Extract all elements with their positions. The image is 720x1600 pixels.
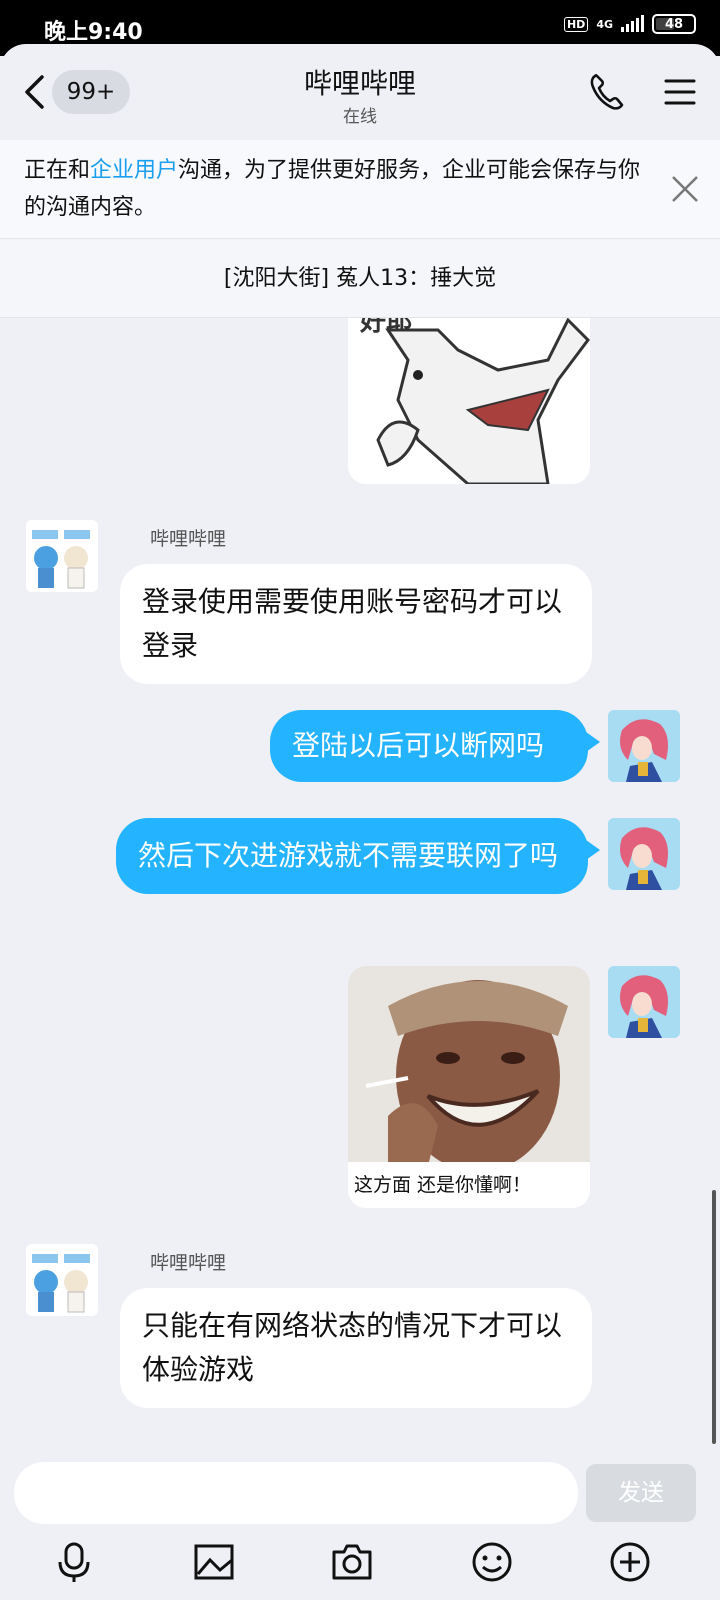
status-icons: HD 4G 48 — [563, 14, 696, 34]
my-avatar[interactable] — [608, 710, 680, 782]
status-time: 晚上9:40 — [44, 20, 143, 45]
sticker-caption: 这方面 还是你懂啊！ — [348, 1162, 590, 1208]
enterprise-user-link[interactable]: 企业用户 — [90, 158, 178, 183]
camera-icon[interactable] — [330, 1540, 374, 1584]
image-icon[interactable] — [192, 1540, 236, 1584]
mic-icon[interactable] — [52, 1540, 96, 1584]
message-input[interactable] — [14, 1462, 578, 1524]
menu-icon[interactable] — [664, 78, 696, 106]
input-bar: 发送 — [0, 1446, 720, 1528]
battery-icon: 48 — [652, 14, 696, 34]
bot-avatar[interactable] — [26, 1244, 98, 1316]
hd-icon: HD — [563, 16, 589, 32]
message-bubble[interactable]: 登录使用需要使用账号密码才可以登录 — [120, 564, 592, 684]
enterprise-notice: 正在和企业用户沟通，为了提供更好服务，企业可能会保存与你的沟通内容。 — [0, 140, 720, 238]
my-avatar[interactable] — [608, 818, 680, 890]
signal-icon — [621, 15, 644, 32]
notice-text-before: 正在和 — [24, 158, 91, 183]
plus-icon[interactable] — [608, 1540, 652, 1584]
notice-text: 正在和企业用户沟通，为了提供更好服务，企业可能会保存与你的沟通内容。 — [24, 152, 644, 226]
bubble-tail — [586, 840, 600, 860]
laughing-sticker-image — [348, 966, 590, 1172]
my-message-bubble[interactable]: 然后下次进游戏就不需要联网了吗 — [116, 818, 588, 894]
bot-avatar[interactable] — [26, 520, 98, 592]
my-avatar[interactable] — [608, 966, 680, 1038]
chat-area[interactable]: 好耶 正在和企业用户沟通，为了提供更好服务，企业可能会保存与你的沟通内容。 [沈… — [0, 140, 720, 1446]
sender-name: 哔哩哔哩 — [150, 528, 227, 550]
send-button[interactable]: 发送 — [586, 1464, 696, 1522]
sticker-laughing-man[interactable]: 这方面 还是你懂啊！ — [348, 966, 590, 1208]
my-message-bubble[interactable]: 登陆以后可以断网吗 — [270, 710, 588, 782]
emoji-icon[interactable] — [470, 1540, 514, 1584]
battery-level: 48 — [664, 16, 684, 32]
bottom-toolbar — [0, 1528, 720, 1600]
network-type: 4G — [596, 17, 613, 31]
sender-name: 哔哩哔哩 — [150, 1252, 227, 1274]
pinned-message[interactable]: [沈阳大街] 菟人13：捶大觉 — [0, 238, 720, 318]
bubble-tail — [586, 732, 600, 752]
scrollbar[interactable] — [712, 1190, 716, 1444]
chat-header: 99+ 哔哩哔哩 在线 — [0, 44, 720, 140]
close-icon[interactable] — [668, 172, 702, 206]
phone-icon[interactable] — [588, 72, 624, 112]
message-bubble[interactable]: 只能在有网络状态的情况下才可以体验游戏 — [120, 1288, 592, 1408]
